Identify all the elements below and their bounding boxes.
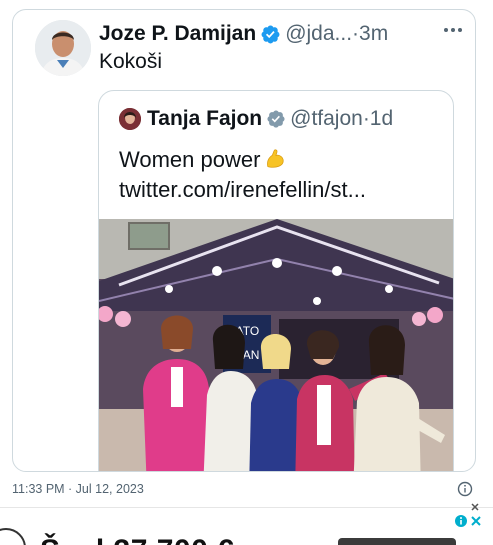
more-horizontal-icon <box>444 28 462 32</box>
quoted-tweet[interactable]: Tanja Fajon @tfajon·1d Women power twitt… <box>98 90 454 471</box>
quoted-tweet-text: Women power twitter.com/irenefellin/st..… <box>119 145 366 205</box>
quoted-photo[interactable]: NATO OTAN <box>99 219 453 471</box>
more-options-button[interactable] <box>439 16 467 44</box>
tweet-text: Kokoši <box>99 50 163 73</box>
quoted-author-handle-time[interactable]: @tfajon·1d <box>290 107 393 131</box>
author-avatar[interactable] <box>35 20 91 76</box>
verified-badge-icon <box>267 110 285 128</box>
ad-logo <box>0 528 26 545</box>
verified-badge-icon <box>261 25 280 43</box>
author-handle-time[interactable]: @jda...·3m <box>285 22 388 46</box>
ad-cta-button[interactable] <box>338 538 456 545</box>
tweet-timestamp[interactable]: 11:33 PM · Jul 12, 2023 <box>12 482 144 496</box>
flexed-biceps-emoji <box>267 149 285 168</box>
ad-corner-close-icon[interactable] <box>470 502 480 512</box>
ad-headline[interactable]: Š....l 37 700 € <box>40 534 234 545</box>
adchoices-icon[interactable] <box>454 514 468 528</box>
quoted-author-name[interactable]: Tanja Fajon <box>147 107 262 131</box>
quoted-link[interactable]: twitter.com/irenefellin/st... <box>119 175 366 205</box>
quoted-author-avatar[interactable] <box>119 108 141 130</box>
tweet-card[interactable]: Joze P. Damijan @jda...·3m Kokoši Tanja … <box>12 9 476 472</box>
author-name[interactable]: Joze P. Damijan <box>99 22 256 46</box>
quoted-text-line1: Women power <box>119 147 261 172</box>
close-icon[interactable] <box>469 514 483 528</box>
ad-banner[interactable]: Š....l 37 700 € <box>0 507 493 545</box>
info-icon[interactable] <box>457 481 473 497</box>
